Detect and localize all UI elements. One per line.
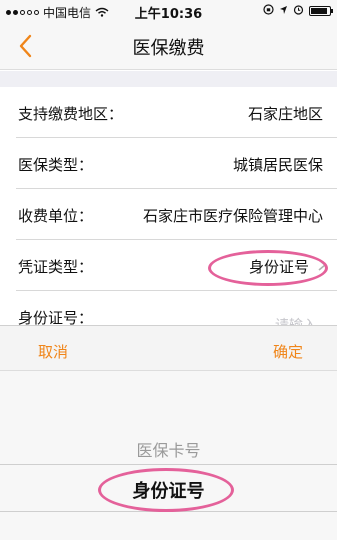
- insurance-type-label: 医保类型：: [18, 156, 94, 174]
- highlight-oval: [98, 468, 234, 512]
- picker-toolbar: 取消 确定: [0, 325, 337, 371]
- row-payment-region: 支持缴费地区： 石家庄地区: [0, 87, 337, 138]
- confirm-button[interactable]: 确定: [273, 341, 303, 362]
- payee-label: 收费单位：: [18, 207, 94, 225]
- alarm-icon: [293, 4, 304, 18]
- payee-value: 石家庄市医疗保险管理中心: [142, 207, 323, 225]
- payment-region-label: 支持缴费地区：: [18, 105, 124, 123]
- highlight-oval: [208, 250, 328, 286]
- picker-option-medical-card[interactable]: 医保卡号: [0, 437, 337, 461]
- payment-region-value: 石家庄地区: [247, 105, 323, 123]
- location-icon: [279, 5, 288, 18]
- row-payee: 收费单位： 石家庄市医疗保险管理中心: [0, 189, 337, 240]
- cancel-button[interactable]: 取消: [38, 341, 68, 362]
- status-right: [263, 4, 333, 18]
- picker-line-top: [0, 464, 337, 465]
- battery-icon: [309, 6, 333, 16]
- rotation-lock-icon: [263, 4, 274, 18]
- row-credential-type[interactable]: 凭证类型： 身份证号: [0, 240, 337, 291]
- nav-bar: 医保缴费: [0, 22, 337, 70]
- page-title: 医保缴费: [132, 38, 205, 59]
- status-bar: 中国电信 上午10:36: [0, 0, 337, 22]
- credential-type-label: 凭证类型：: [18, 258, 94, 276]
- row-insurance-type: 医保类型： 城镇居民医保: [0, 138, 337, 189]
- section-gap: [0, 71, 337, 87]
- insurance-type-value: 城镇居民医保: [232, 156, 323, 174]
